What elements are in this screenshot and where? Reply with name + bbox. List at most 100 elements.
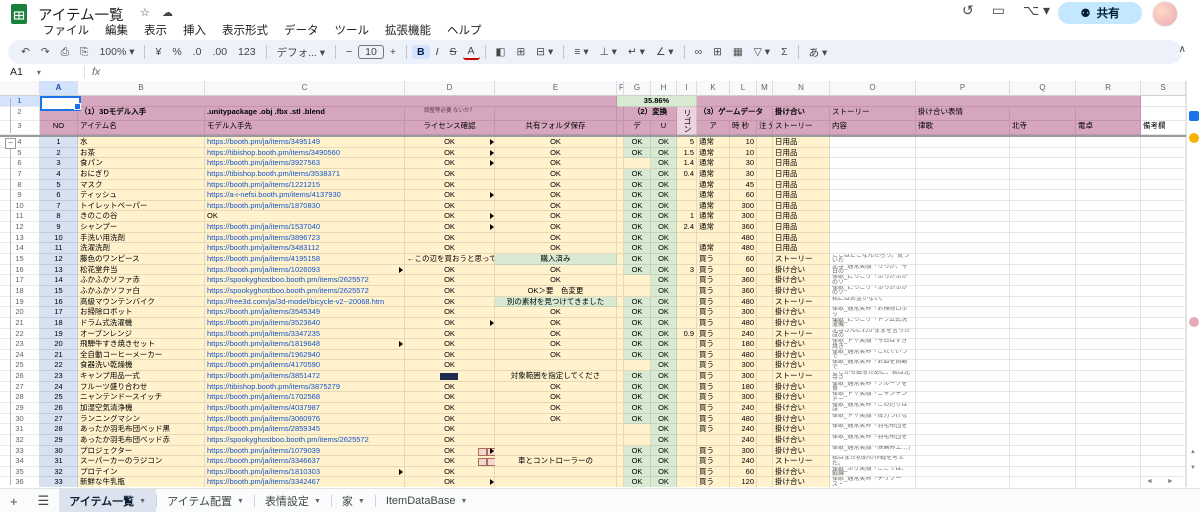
cell-model-url[interactable]: https://booth.pm/ja/items/3927563	[205, 158, 405, 169]
cell-buy-status[interactable]: 買う	[697, 467, 730, 478]
cell-polygon[interactable]	[677, 467, 697, 478]
cell-category[interactable]: 日用品	[773, 211, 830, 222]
cell-remarks[interactable]	[1141, 190, 1186, 201]
cell-item[interactable]: あったか羽毛布団ベッド赤	[78, 435, 205, 446]
cell-remarks[interactable]	[1141, 169, 1186, 180]
cell-shared-folder[interactable]: OK	[495, 392, 617, 403]
cell-kitadera[interactable]	[1010, 403, 1076, 414]
cell-license-check[interactable]: OK	[405, 233, 495, 244]
row-header-9[interactable]: 9	[0, 190, 40, 201]
cell-no[interactable]: 11	[40, 243, 78, 254]
cell-kitadera[interactable]	[1010, 201, 1076, 212]
cell-polygon[interactable]	[677, 286, 697, 297]
cell-ritsuka[interactable]	[916, 233, 1010, 244]
cell-m[interactable]	[757, 318, 773, 329]
cell-no[interactable]: 16	[40, 297, 78, 308]
cell-item[interactable]: 水	[78, 137, 205, 148]
cell-convert-u[interactable]: OK	[651, 371, 677, 382]
cell-shared-folder[interactable]: OK	[495, 233, 617, 244]
col-title-no[interactable]: NO	[40, 121, 78, 135]
cell-ritsuka[interactable]	[916, 467, 1010, 478]
cell-ritsuka[interactable]	[916, 456, 1010, 467]
cell-m[interactable]	[757, 382, 773, 393]
cell-dentaku[interactable]	[1076, 456, 1141, 467]
cell-story-note[interactable]: 私はまだ初めの作戦を考えた。	[830, 456, 916, 467]
cell-polygon[interactable]	[677, 318, 697, 329]
cell-license-check[interactable]: OK	[405, 435, 495, 446]
cell-license-check[interactable]: OK	[405, 169, 495, 180]
cell-kitadera[interactable]	[1010, 446, 1076, 457]
column-header-D[interactable]: D	[405, 81, 495, 96]
cell-license-check[interactable]: OK	[405, 211, 495, 222]
column-header-R[interactable]: R	[1076, 81, 1141, 96]
cell-kitadera[interactable]	[1010, 329, 1076, 340]
cell-ritsuka[interactable]	[916, 414, 1010, 425]
cell-license-check[interactable]: OK	[405, 424, 495, 435]
cell-convert-de[interactable]: OK	[624, 307, 651, 318]
cell-convert-u[interactable]: OK	[651, 424, 677, 435]
cell-convert-de[interactable]: OK	[624, 211, 651, 222]
bold-icon[interactable]: B	[412, 45, 430, 59]
cell-m[interactable]	[757, 137, 773, 148]
cell-f[interactable]	[617, 456, 624, 467]
scroll-down-icon[interactable]: ▼	[1190, 465, 1196, 471]
cell-remarks[interactable]	[1141, 297, 1186, 308]
row-header-1[interactable]: 1	[0, 96, 40, 107]
tab-ItemDataBase[interactable]: ItemDataBase▼	[376, 489, 478, 512]
cell-kitadera[interactable]	[1010, 350, 1076, 361]
cell-convert-u[interactable]: OK	[651, 169, 677, 180]
cell-dentaku[interactable]	[1076, 137, 1141, 148]
cell-license-check[interactable]: OK	[405, 201, 495, 212]
all-sheets-icon[interactable]: ☰	[28, 493, 60, 509]
col-title-u[interactable]: U	[651, 121, 677, 135]
cell-model-url[interactable]: https://booth.pm/ja/items/3896723	[205, 233, 405, 244]
cell-model-url[interactable]: https://booth.pm/ja/items/3495149	[205, 137, 405, 148]
menu-4[interactable]: 表示形式	[215, 24, 275, 39]
cell-convert-u[interactable]: OK	[651, 307, 677, 318]
cell-E2[interactable]	[495, 107, 617, 121]
cell-model-url[interactable]: https://tibishop.booth.pm/items/3490560	[205, 148, 405, 159]
cell-f[interactable]	[617, 275, 624, 286]
cell-ritsuka[interactable]	[916, 424, 1010, 435]
cell-model-url[interactable]: https://spookyghostboo.booth.pm/items/26…	[205, 435, 405, 446]
cell-ritsuka[interactable]	[916, 275, 1010, 286]
cell-convert-u[interactable]: OK	[651, 414, 677, 425]
cell-ritsuka[interactable]	[916, 180, 1010, 191]
column-header-Q[interactable]: Q	[1010, 81, 1076, 96]
cell-story-note[interactable]	[830, 211, 916, 222]
cell-story-note[interactable]: 律歌_ドヤ笑顔「ニャンテンドー	[830, 392, 916, 403]
cell-convert-u[interactable]: OK	[651, 211, 677, 222]
cell-item[interactable]: 手洗い用洗剤	[78, 233, 205, 244]
cell-f[interactable]	[617, 329, 624, 340]
cell-item[interactable]: ふかふかソファ赤	[78, 275, 205, 286]
cell-shared-folder[interactable]: OK	[495, 169, 617, 180]
cell-convert-de[interactable]: OK	[624, 222, 651, 233]
cell-license-check[interactable]: OK	[405, 467, 495, 478]
menu-3[interactable]: 挿入	[176, 24, 213, 39]
cell-buy-status[interactable]: 買う	[697, 275, 730, 286]
cell-remarks[interactable]	[1141, 392, 1186, 403]
cell-buy-status[interactable]: 通常	[697, 211, 730, 222]
cell-story-note[interactable]: 律歌_通常笑み「お皿を自動で	[830, 360, 916, 371]
cell-polygon[interactable]	[677, 392, 697, 403]
cell-story-note[interactable]: 律歌_にっこり「ふっかふかのソ	[830, 286, 916, 297]
cell-seconds[interactable]: 300	[730, 307, 757, 318]
cell-remarks[interactable]	[1141, 318, 1186, 329]
insert-chart-icon[interactable]: ▦	[728, 45, 748, 59]
cell-remarks[interactable]	[1141, 435, 1186, 446]
cell-f[interactable]	[617, 477, 624, 487]
cell-remarks[interactable]	[1141, 382, 1186, 393]
cell-polygon[interactable]: 1.4	[677, 158, 697, 169]
cell-model-url[interactable]: https://booth.pm/ja/items/1026093	[205, 265, 405, 276]
cell-dentaku[interactable]	[1076, 169, 1141, 180]
cell-buy-status[interactable]: 通常	[697, 190, 730, 201]
cell-remarks[interactable]	[1141, 350, 1186, 361]
redo-icon[interactable]: ↷	[36, 45, 55, 59]
cell-no[interactable]: 5	[40, 180, 78, 191]
cell-remarks[interactable]	[1141, 371, 1186, 382]
col-title-dentaku[interactable]: 電卓	[1076, 121, 1141, 135]
cell-buy-status[interactable]: 通常	[697, 148, 730, 159]
collapse-group-button[interactable]: −	[5, 138, 16, 149]
cell-kitadera[interactable]	[1010, 243, 1076, 254]
cell-ritsuka[interactable]	[916, 286, 1010, 297]
